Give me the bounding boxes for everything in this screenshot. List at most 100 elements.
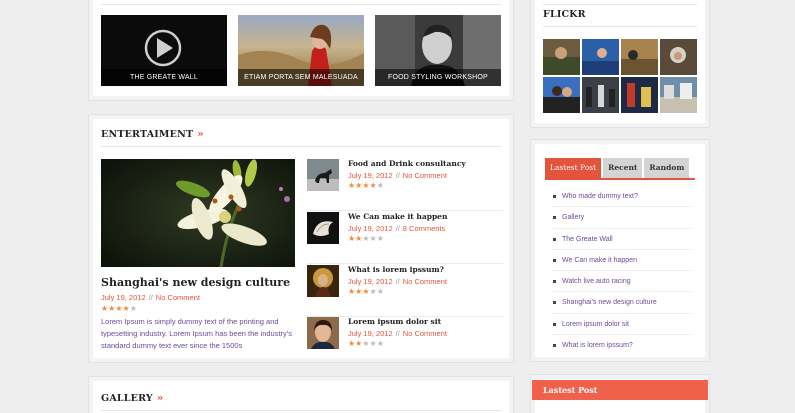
comment-count[interactable]: No Comment bbox=[403, 329, 447, 338]
flickr-title: FLICKR bbox=[543, 9, 586, 20]
tab-lastest-post[interactable]: Lastest Post bbox=[545, 158, 602, 178]
lily-flower-image bbox=[101, 159, 295, 267]
flickr-photo[interactable] bbox=[582, 77, 619, 113]
list-item[interactable]: Lorem ipsum dolor sit July 19, 2012//No … bbox=[307, 317, 503, 361]
double-chevron-icon: » bbox=[197, 129, 204, 140]
list-item[interactable]: What is lorem ipssum? July 19, 2012//No … bbox=[307, 265, 503, 317]
post-list-item[interactable]: Who made dummy text? bbox=[553, 186, 691, 208]
comment-count[interactable]: No Comment bbox=[403, 171, 447, 180]
star-icon: ★ bbox=[362, 339, 370, 348]
rating-stars: ★★★★★ bbox=[348, 182, 384, 190]
flickr-photo[interactable] bbox=[621, 77, 658, 113]
meta-separator: // bbox=[395, 329, 400, 338]
star-icon: ★ bbox=[376, 339, 384, 348]
post-list-item[interactable]: The Greate Wall bbox=[553, 229, 691, 250]
flickr-photo[interactable] bbox=[543, 77, 580, 113]
meta-separator: // bbox=[395, 171, 400, 180]
portrait-image bbox=[307, 317, 339, 349]
star-icon: ★ bbox=[362, 287, 370, 296]
post-thumbnail[interactable] bbox=[307, 317, 339, 349]
comment-count[interactable]: 8 Comments bbox=[403, 224, 446, 233]
feature-image[interactable] bbox=[101, 159, 295, 267]
latest-post-panel: Lastest Post bbox=[530, 374, 710, 413]
post-tabs-panel: Lastest Post Recent Random Who made dumm… bbox=[530, 139, 710, 362]
flickr-photo[interactable] bbox=[621, 39, 658, 75]
video-caption: ETIAM PORTA SEM MALESUADA bbox=[238, 69, 364, 86]
flickr-photo[interactable] bbox=[543, 39, 580, 75]
post-meta: July 19, 2012//No Comment bbox=[348, 329, 447, 338]
divider bbox=[101, 410, 501, 411]
post-meta: July 19, 2012//No Comment bbox=[348, 277, 447, 286]
post-title[interactable]: Lorem ipsum dolor sit bbox=[348, 317, 441, 326]
rating-stars: ★★★★★ bbox=[348, 340, 384, 348]
flickr-grid bbox=[543, 39, 697, 113]
star-icon: ★ bbox=[376, 181, 384, 190]
flickr-photo[interactable] bbox=[660, 39, 697, 75]
video-thumb-great-wall[interactable]: THE GREATE WALL bbox=[101, 15, 227, 86]
double-chevron-icon: » bbox=[156, 393, 164, 404]
section-title: ENTERTAIMENT» bbox=[101, 129, 204, 140]
post-title[interactable]: Food and Drink consultancy bbox=[348, 159, 466, 168]
post-list-item[interactable]: Gallery bbox=[553, 207, 691, 229]
star-icon: ★ bbox=[362, 181, 370, 190]
feature-excerpt: Lorem Ipsum is simply dummy text of the … bbox=[101, 317, 292, 350]
star-icon: ★ bbox=[129, 304, 137, 313]
list-item[interactable]: Food and Drink consultancy July 19, 2012… bbox=[307, 159, 503, 211]
star-icon: ★ bbox=[369, 287, 377, 296]
rating-stars: ★★★★★ bbox=[101, 305, 137, 313]
gallery-panel: GALLERY» bbox=[88, 376, 514, 413]
post-list-item[interactable]: Lorem ipsum dolor sit bbox=[553, 314, 691, 336]
post-date: July 19, 2012 bbox=[348, 277, 393, 286]
flickr-photo[interactable] bbox=[582, 39, 619, 75]
star-icon: ★ bbox=[369, 181, 377, 190]
icon-painting-image bbox=[307, 265, 339, 297]
star-icon: ★ bbox=[369, 234, 377, 243]
tab-bar: Lastest Post Recent Random bbox=[545, 158, 695, 180]
post-title[interactable]: What is lorem ipssum? bbox=[348, 265, 444, 274]
post-meta: July 19, 2012//8 Comments bbox=[348, 224, 445, 233]
star-icon: ★ bbox=[376, 287, 384, 296]
latest-post-header: Lastest Post bbox=[532, 380, 708, 400]
feature-title[interactable]: Shanghai's new design culture bbox=[101, 276, 290, 289]
video-strip-panel: THE GREATE WALL ETIAM PORTA SEM MALESUAD… bbox=[88, 0, 514, 101]
post-date: July 19, 2012 bbox=[101, 293, 146, 302]
post-thumbnail[interactable] bbox=[307, 212, 339, 244]
section-title-text: ENTERTAIMENT bbox=[101, 129, 194, 140]
video-caption: FOOD STYLING WORKSHOP bbox=[375, 69, 501, 86]
star-icon: ★ bbox=[369, 339, 377, 348]
meta-separator: // bbox=[148, 293, 153, 302]
flickr-photo[interactable] bbox=[660, 77, 697, 113]
divider bbox=[543, 4, 697, 5]
divider bbox=[543, 26, 697, 27]
post-list-item[interactable]: Watch live auto racing bbox=[553, 271, 691, 293]
divider bbox=[307, 263, 503, 264]
feature-meta: July 19, 2012//No Comment bbox=[101, 293, 200, 302]
comment-count[interactable]: No Comment bbox=[403, 277, 447, 286]
star-icon: ★ bbox=[115, 304, 123, 313]
star-icon: ★ bbox=[376, 234, 384, 243]
post-date: July 19, 2012 bbox=[348, 329, 393, 338]
post-title[interactable]: We Can make it happen bbox=[348, 212, 447, 221]
post-list: Who made dummy text? Gallery The Greate … bbox=[553, 186, 691, 356]
comment-count[interactable]: No Comment bbox=[156, 293, 200, 302]
rating-stars: ★★★★★ bbox=[348, 288, 384, 296]
meta-separator: // bbox=[395, 224, 400, 233]
video-thumb-food-styling[interactable]: FOOD STYLING WORKSHOP bbox=[375, 15, 501, 86]
post-thumbnail[interactable] bbox=[307, 159, 339, 191]
video-thumb-etiam-porta[interactable]: ETIAM PORTA SEM MALESUADA bbox=[238, 15, 364, 86]
post-thumbnail[interactable] bbox=[307, 265, 339, 297]
divider bbox=[101, 4, 501, 5]
tab-recent[interactable]: Recent bbox=[603, 158, 643, 178]
post-list-item[interactable]: We Can make it happen bbox=[553, 250, 691, 272]
post-list-item[interactable]: What is lorem ipssum? bbox=[553, 335, 691, 356]
meta-separator: // bbox=[395, 277, 400, 286]
post-list-item[interactable]: Shanghai's new design culture bbox=[553, 292, 691, 314]
tab-random[interactable]: Random bbox=[644, 158, 690, 178]
list-item[interactable]: We Can make it happen July 19, 2012//8 C… bbox=[307, 212, 503, 264]
star-icon: ★ bbox=[122, 304, 130, 313]
rating-stars: ★★★★★ bbox=[348, 235, 384, 243]
seashell-image bbox=[307, 212, 339, 244]
post-meta: July 19, 2012//No Comment bbox=[348, 171, 447, 180]
horse-rider-image bbox=[307, 159, 339, 191]
divider bbox=[307, 210, 503, 211]
